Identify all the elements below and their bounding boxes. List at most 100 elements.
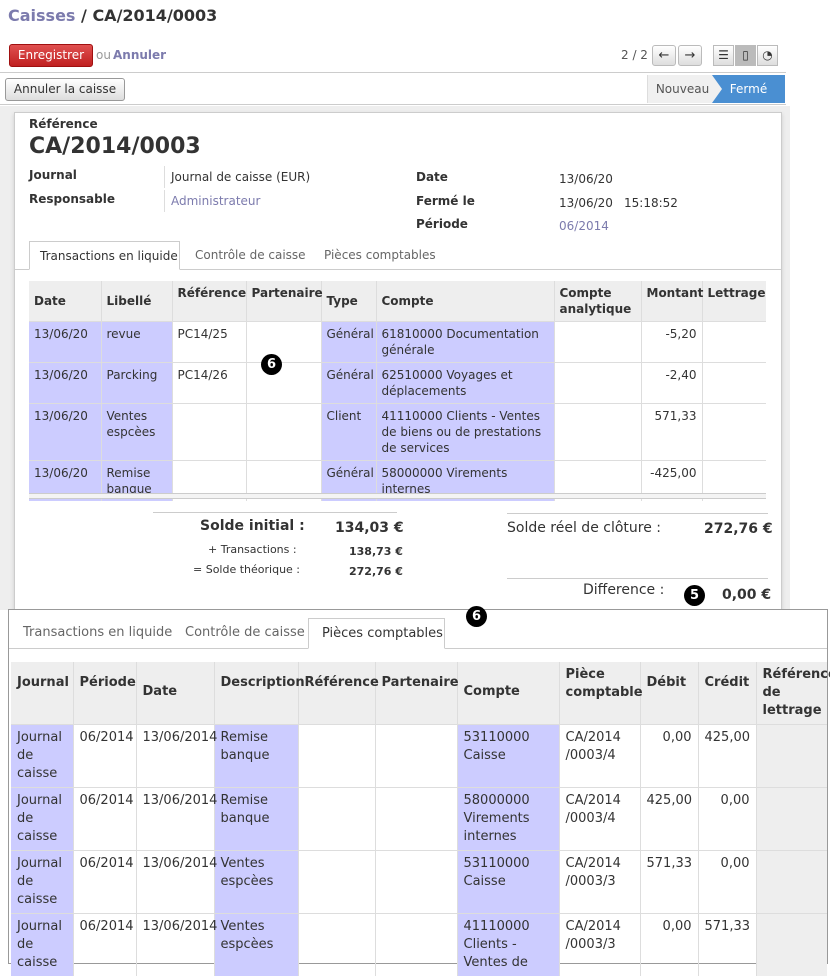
column-header[interactable]: Partenaire: [375, 662, 457, 725]
cell-description: Ventes espcèes: [214, 851, 298, 914]
cell-compte: 58000000 Virements internes: [457, 788, 559, 851]
column-header[interactable]: Période: [73, 662, 136, 725]
ferme-label: Fermé le: [416, 194, 475, 208]
table-row[interactable]: 13/06/20 Ventes espcèes Client 41110000 …: [29, 404, 766, 461]
tab-pieces[interactable]: Pièces comptables: [308, 618, 445, 649]
date-value: 13/06/20: [559, 172, 613, 186]
tab-transactions[interactable]: Transactions en liquide: [10, 618, 185, 649]
tab-controle[interactable]: Contrôle de caisse: [172, 618, 318, 649]
journal-value: Journal de caisse (EUR): [171, 170, 310, 184]
pager-next-button[interactable]: →: [678, 45, 702, 66]
cell-compte: 53110000 Caisse: [457, 725, 559, 788]
pager-previous-button[interactable]: ←: [652, 45, 676, 66]
responsable-link[interactable]: Administrateur: [171, 194, 260, 208]
table-row[interactable]: Journal de caisse 06/2014 13/06/2014 Rem…: [11, 788, 827, 851]
column-header[interactable]: Type: [321, 281, 376, 322]
solde-initial-value: 134,03 €: [335, 520, 404, 536]
cell-compte: 41110000 Clients - Ventes de biens ou de…: [376, 404, 554, 461]
cell-debit: 0,00: [640, 725, 698, 788]
form-view-button[interactable]: ▯: [735, 45, 756, 66]
cell-lettrage: [702, 363, 766, 404]
column-header[interactable]: Partenaire: [246, 281, 321, 322]
cell-journal: Journal de caisse: [11, 725, 73, 788]
table-row[interactable]: Journal de caisse 06/2014 13/06/2014 Ven…: [11, 851, 827, 914]
table-row[interactable]: 13/06/20 Parcking PC14/26 Général 625100…: [29, 363, 766, 404]
cell-montant: 571,33: [641, 404, 702, 461]
column-header[interactable]: Référence de lettrage: [756, 662, 827, 725]
cell-libelle: Ventes espcèes: [101, 404, 172, 461]
tab-transactions[interactable]: Transactions en liquide: [29, 241, 180, 270]
cloture-divider: [507, 513, 768, 514]
difference-divider: [507, 578, 768, 579]
column-header[interactable]: Montant: [641, 281, 702, 322]
column-header[interactable]: Description: [214, 662, 298, 725]
cell-periode: 06/2014: [73, 725, 136, 788]
column-header[interactable]: Compte: [457, 662, 559, 725]
cell-partenaire: [246, 322, 321, 363]
status-closed[interactable]: Fermé: [712, 75, 785, 103]
cell-type: Général: [321, 322, 376, 363]
cell-compte: 41110000 Clients - Ventes de: [457, 914, 559, 976]
cell-date: 13/06/20: [29, 363, 101, 404]
cell-journal: Journal de caisse: [11, 914, 73, 976]
cell-reference: [298, 788, 375, 851]
column-header[interactable]: Référence: [298, 662, 375, 725]
cell-montant: -2,40: [641, 363, 702, 404]
breadcrumb-parent[interactable]: Caisses: [8, 6, 75, 25]
cell-date: 13/06/2014: [136, 851, 214, 914]
cell-debit: 0,00: [640, 914, 698, 976]
column-header[interactable]: Compte: [376, 281, 554, 322]
status-arrow: [712, 75, 722, 103]
column-header[interactable]: Débit: [640, 662, 698, 725]
arrow-right-icon: →: [685, 48, 696, 63]
tab-controle[interactable]: Contrôle de caisse: [185, 241, 316, 270]
cloture-value: 272,76 €: [704, 521, 773, 537]
cell-credit: 0,00: [698, 851, 756, 914]
cell-date: 13/06/20: [29, 322, 101, 363]
list-view-button[interactable]: ☰: [713, 45, 734, 66]
column-header[interactable]: Compte analytique: [554, 281, 641, 322]
cell-libelle: Parcking: [101, 363, 172, 404]
column-header[interactable]: Date: [29, 281, 101, 322]
cell-partenaire: [375, 725, 457, 788]
cell-credit: 0,00: [698, 788, 756, 851]
column-header[interactable]: Date: [136, 662, 214, 725]
cell-periode: 06/2014: [73, 914, 136, 976]
graph-view-button[interactable]: ◔: [757, 45, 778, 66]
cell-partenaire: [375, 851, 457, 914]
table-row[interactable]: 13/06/20 revue PC14/25 Général 61810000 …: [29, 322, 766, 363]
callout-six-badge: 6: [466, 606, 487, 627]
column-header[interactable]: Libellé: [101, 281, 172, 322]
cell-montant: -5,20: [641, 322, 702, 363]
column-header[interactable]: Crédit: [698, 662, 756, 725]
periode-link[interactable]: 06/2014: [559, 219, 609, 233]
cancel-caisse-button[interactable]: Annuler la caisse: [5, 78, 125, 101]
column-header[interactable]: Journal: [11, 662, 73, 725]
column-header[interactable]: Lettrage: [702, 281, 766, 322]
cell-journal: Journal de caisse: [11, 788, 73, 851]
cell-debit: 571,33: [640, 851, 698, 914]
table-header-row: Journal Période Date Description Référen…: [11, 662, 827, 725]
table-row[interactable]: Journal de caisse 06/2014 13/06/2014 Ven…: [11, 914, 827, 976]
table-row[interactable]: Journal de caisse 06/2014 13/06/2014 Rem…: [11, 725, 827, 788]
save-button[interactable]: Enregistrer: [9, 44, 93, 67]
cell-description: Ventes espcèes: [214, 914, 298, 976]
pie-chart-icon: ◔: [762, 48, 772, 62]
cell-reference: [298, 725, 375, 788]
list-icon: ☰: [718, 48, 729, 62]
column-header[interactable]: Référence: [172, 281, 246, 322]
date-label: Date: [416, 170, 448, 184]
cancel-link[interactable]: Annuler: [113, 48, 166, 62]
journal-label: Journal: [29, 168, 77, 182]
solde-initial-label: Solde initial :: [200, 518, 305, 534]
cell-reference: [298, 851, 375, 914]
cell-piece: CA/2014 /0003/3: [559, 914, 640, 976]
status-new[interactable]: Nouveau: [647, 75, 717, 103]
tab-pieces[interactable]: Pièces comptables: [314, 241, 446, 270]
ferme-time: 15:18:52: [624, 196, 678, 210]
column-header[interactable]: Pièce comptable: [559, 662, 640, 725]
transactions-table: Date Libellé Référence Partenaire Type C…: [29, 281, 766, 501]
cell-lettrage: [756, 851, 827, 914]
cell-partenaire: [246, 363, 321, 404]
solde-theorique-value: 272,76 €: [349, 565, 403, 578]
